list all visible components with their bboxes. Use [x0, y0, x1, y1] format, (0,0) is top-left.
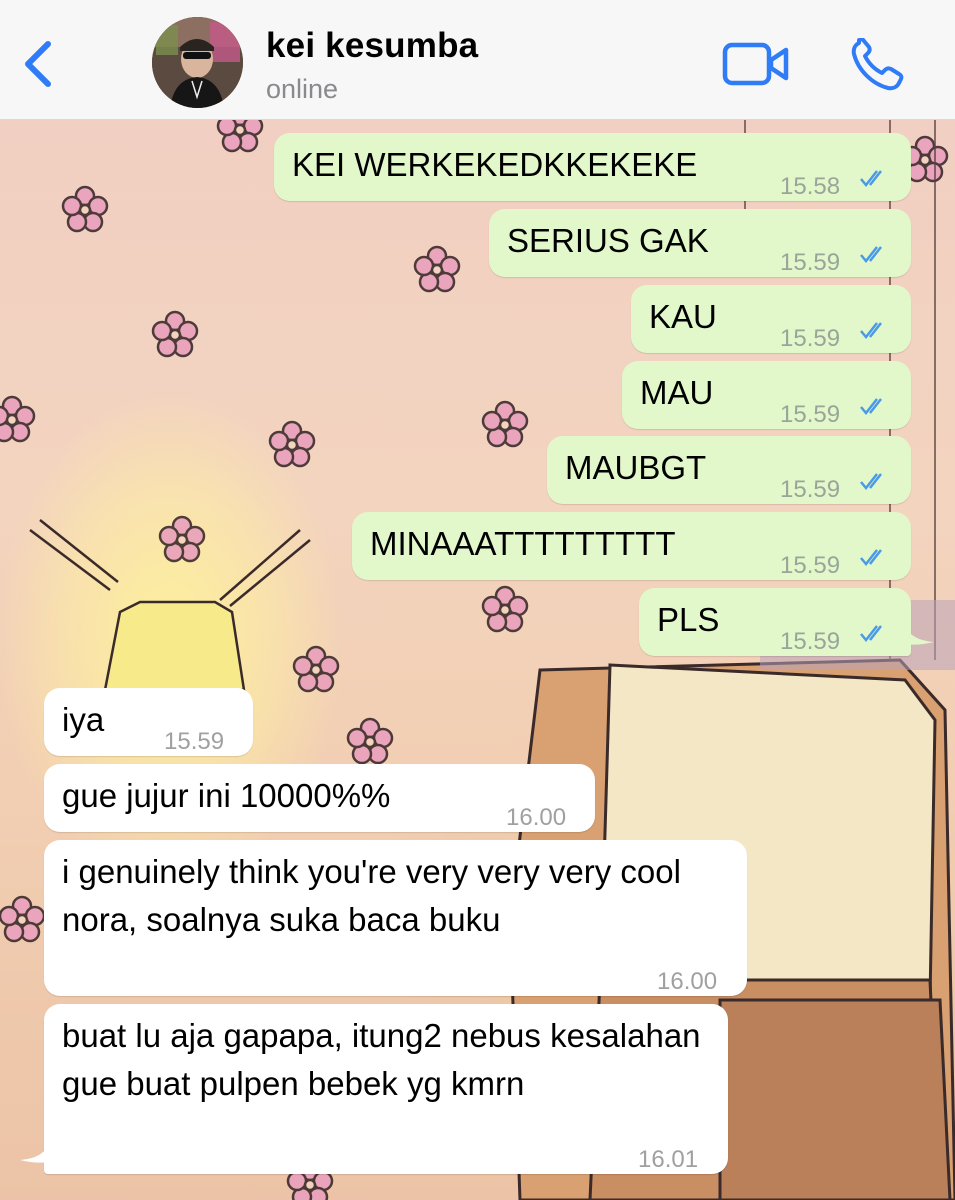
read-receipt-icon — [860, 625, 882, 642]
read-receipt-icon — [860, 549, 882, 566]
message-text: i genuinely think you're very very very … — [62, 853, 681, 938]
message-time: 15.59 — [780, 476, 841, 503]
message-text: iya — [62, 701, 105, 738]
message-bubble-incoming[interactable]: iya 15.59 — [44, 688, 253, 756]
read-receipt-icon — [860, 246, 882, 263]
read-receipt-icon — [860, 170, 882, 187]
message-text: gue jujur ini 10000%% — [62, 777, 391, 814]
avatar[interactable] — [152, 17, 243, 108]
bubble-tail — [904, 622, 934, 645]
message-bubble-incoming[interactable]: i genuinely think you're very very very … — [44, 840, 747, 996]
message-time: 15.59 — [780, 401, 841, 428]
video-call-button[interactable] — [722, 40, 790, 88]
video-camera-icon — [722, 42, 789, 86]
message-text: MINAAATTTTTTTTT — [370, 525, 676, 562]
avatar-photo — [152, 17, 243, 108]
message-time: 15.59 — [780, 325, 841, 352]
message-time: 16.00 — [657, 968, 718, 995]
message-bubble-incoming[interactable]: gue jujur ini 10000%% 16.00 — [44, 764, 595, 832]
phone-icon — [851, 37, 904, 91]
message-bubble-outgoing[interactable]: KEI WERKEKEDKKEKEKE 15.58 — [274, 133, 911, 201]
message-time: 16.01 — [638, 1146, 699, 1173]
message-bubble-outgoing[interactable]: MAU 15.59 — [622, 361, 911, 429]
read-receipt-icon — [860, 473, 882, 490]
message-time: 15.59 — [780, 249, 841, 276]
message-bubble-outgoing[interactable]: MINAAATTTTTTTTT 15.59 — [352, 512, 911, 580]
message-bubble-incoming[interactable]: buat lu aja gapapa, itung2 nebus kesalah… — [44, 1004, 728, 1174]
chevron-left-icon — [25, 41, 51, 87]
read-receipt-icon — [860, 322, 882, 339]
message-bubble-outgoing[interactable]: PLS 15.59 — [639, 588, 911, 656]
message-bubble-outgoing[interactable]: SERIUS GAK 15.59 — [489, 209, 911, 277]
message-time: 16.00 — [506, 804, 567, 831]
message-text: KAU — [649, 298, 717, 335]
message-text: MAU — [640, 374, 714, 411]
message-text: buat lu aja gapapa, itung2 nebus kesalah… — [62, 1017, 701, 1102]
message-time: 15.59 — [164, 728, 225, 755]
back-button[interactable] — [18, 38, 58, 90]
read-receipt-icon — [860, 398, 882, 415]
message-time: 15.59 — [780, 628, 841, 655]
message-text: KEI WERKEKEDKKEKEKE — [292, 146, 698, 183]
message-time: 15.58 — [780, 173, 841, 200]
message-text: PLS — [657, 601, 720, 638]
contact-name[interactable]: kei kesumba — [266, 26, 478, 66]
message-text: SERIUS GAK — [507, 222, 709, 259]
voice-call-button[interactable] — [850, 37, 906, 92]
bubble-tail — [20, 1140, 50, 1163]
message-bubble-outgoing[interactable]: KAU 15.59 — [631, 285, 911, 353]
message-time: 15.59 — [780, 552, 841, 579]
message-text: MAUBGT — [565, 449, 707, 486]
chat-header: kei kesumba online — [0, 0, 955, 120]
message-bubble-outgoing[interactable]: MAUBGT 15.59 — [547, 436, 911, 504]
contact-status: online — [266, 74, 339, 104]
